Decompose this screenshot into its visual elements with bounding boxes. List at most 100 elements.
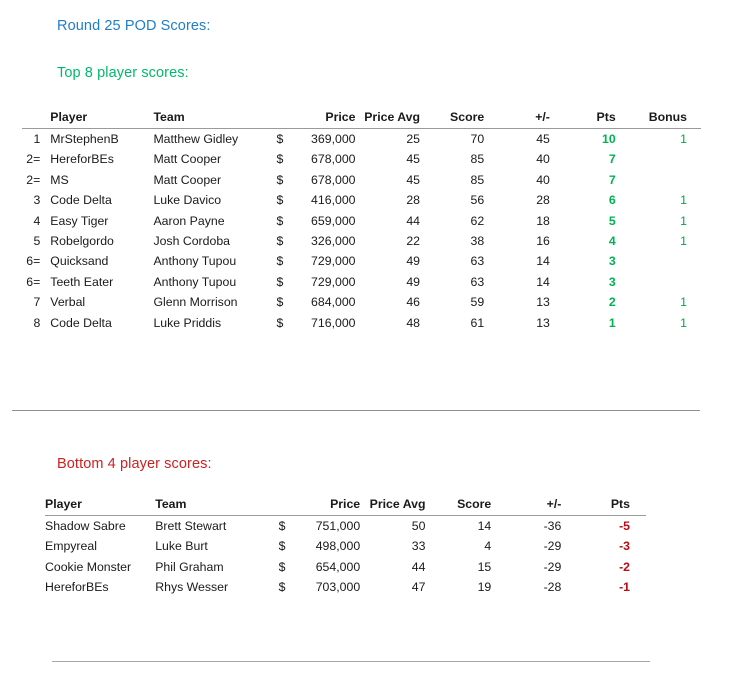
cell-bonus xyxy=(632,272,701,292)
cell-currency: $ xyxy=(278,519,286,533)
cell-team: Luke Priddis xyxy=(153,315,222,330)
column-header-score: Score xyxy=(438,497,502,516)
cell-player: MrStephenB xyxy=(50,132,119,146)
cell-price-avg: 50 xyxy=(411,519,426,533)
cell-plus-minus: -36 xyxy=(543,519,562,533)
cell-player: Quicksand xyxy=(50,254,109,269)
cell-score: 15 xyxy=(477,559,492,574)
column-header-plus-minus: +/- xyxy=(501,497,578,516)
cell-plus-minus: 40 xyxy=(536,152,550,167)
cell-plus-minus: -29 xyxy=(543,539,562,554)
cell-player: Teeth Eater xyxy=(50,274,114,289)
top-section-heading: Top 8 player scores: xyxy=(57,65,189,81)
cell-price-avg: 45 xyxy=(406,152,421,167)
cell-player: Robelgordo xyxy=(50,234,114,249)
cell-price-avg: 33 xyxy=(411,539,426,554)
bottom-table-head: Player Team Price Price Avg Score +/- Pt… xyxy=(45,497,646,516)
table-row: 6= Quicksand Anthony Tupou $729,000 49 63 14 3 xyxy=(22,251,701,271)
cell-bonus: 1 xyxy=(680,213,687,228)
table-row: 1 MrStephenB Matthew Gidley $369,000 25 70 45 1… xyxy=(22,129,701,150)
cell-pts: 10 xyxy=(602,132,616,146)
cell-score: 56 xyxy=(470,193,485,208)
cell-pts: -3 xyxy=(619,539,630,554)
cell-price: 678,000 xyxy=(311,172,356,187)
cell-team: Aaron Payne xyxy=(153,213,225,228)
cell-price-avg: 48 xyxy=(406,315,421,330)
top-table-body: 1 MrStephenB Matthew Gidley $369,000 25 70 45 1… xyxy=(22,129,701,334)
cell-team: Luke Burt xyxy=(155,539,208,554)
cell-team: Luke Davico xyxy=(153,193,222,208)
column-header-bonus: Bonus xyxy=(631,110,701,129)
column-header-plus-minus: +/- xyxy=(494,110,566,129)
cell-currency: $ xyxy=(278,539,286,554)
cell-plus-minus: 16 xyxy=(536,234,550,249)
cell-price: 703,000 xyxy=(315,580,361,595)
column-header-team: Team xyxy=(153,110,271,129)
cell-rank: 7 xyxy=(33,295,41,310)
cell-price: 678,000 xyxy=(311,152,356,167)
cell-currency: $ xyxy=(276,213,284,228)
cell-price: 729,000 xyxy=(311,274,356,289)
cell-price: 729,000 xyxy=(311,254,356,269)
top-scores-table: Player Team Price Price Avg Score +/- Pt… xyxy=(22,110,701,333)
cell-rank: 8 xyxy=(33,315,41,330)
column-header-score: Score xyxy=(433,110,495,129)
cell-pts: -2 xyxy=(619,559,630,574)
column-header-currency xyxy=(270,110,289,129)
column-header-rank xyxy=(22,110,51,129)
column-header-price: Price xyxy=(288,110,356,129)
cell-rank: 2= xyxy=(26,152,41,167)
cell-plus-minus: 28 xyxy=(536,193,550,208)
table-row: Empyreal Luke Burt $498,000 33 4 -29 -3 xyxy=(45,536,646,556)
column-header-price: Price xyxy=(291,497,361,516)
table-row: Cookie Monster Phil Graham $654,000 44 15 -29… xyxy=(45,557,646,577)
cell-score: 63 xyxy=(470,254,485,269)
cell-price-avg: 22 xyxy=(406,234,421,249)
cell-plus-minus: -29 xyxy=(543,559,562,574)
cell-rank: 5 xyxy=(33,234,41,249)
cell-rank: 4 xyxy=(33,213,41,228)
column-header-team: Team xyxy=(155,497,273,516)
cell-pts: 7 xyxy=(608,152,616,167)
cell-price-avg: 44 xyxy=(411,559,426,574)
cell-plus-minus: 18 xyxy=(536,213,550,228)
cell-bonus: 1 xyxy=(680,234,687,249)
top-table-head: Player Team Price Price Avg Score +/- Pt… xyxy=(22,110,701,129)
bottom-scores-table: Player Team Price Price Avg Score +/- Pt… xyxy=(45,497,646,598)
cell-bonus xyxy=(632,251,701,271)
cell-price-avg: 45 xyxy=(406,172,421,187)
cell-rank: 6= xyxy=(26,274,41,289)
cell-bonus: 1 xyxy=(680,315,687,330)
cell-rank: 2= xyxy=(26,172,41,187)
cell-player: Easy Tiger xyxy=(50,213,109,228)
cell-team: Matthew Gidley xyxy=(153,132,239,146)
cell-score: 14 xyxy=(477,519,492,533)
cell-score: 59 xyxy=(470,295,485,310)
cell-score: 85 xyxy=(470,152,485,167)
cell-team: Rhys Wesser xyxy=(155,580,229,595)
cell-player: MS xyxy=(50,172,69,187)
cell-player: Cookie Monster xyxy=(45,559,132,574)
cell-price-avg: 25 xyxy=(406,132,421,146)
table-row: 8 Code Delta Luke Priddis $716,000 48 61 13 1 1 xyxy=(22,313,701,333)
cell-player: HereforBEs xyxy=(50,152,114,167)
table-header-row: Player Team Price Price Avg Score +/- Pt… xyxy=(22,110,701,129)
cell-score: 70 xyxy=(470,132,485,146)
cell-price: 326,000 xyxy=(311,234,356,249)
cell-price-avg: 49 xyxy=(406,254,421,269)
table-row: 2= MS Matt Cooper $678,000 45 85 40 7 xyxy=(22,170,701,190)
cell-price: 684,000 xyxy=(311,295,356,310)
cell-plus-minus: 14 xyxy=(536,274,550,289)
cell-player: Shadow Sabre xyxy=(45,519,126,533)
cell-pts: 7 xyxy=(608,172,616,187)
cell-plus-minus: 13 xyxy=(536,315,550,330)
cell-plus-minus: -28 xyxy=(543,580,562,595)
cell-price: 416,000 xyxy=(311,193,356,208)
cell-price-avg: 44 xyxy=(406,213,421,228)
cell-rank: 6= xyxy=(26,254,41,269)
cell-pts: 5 xyxy=(608,213,616,228)
cell-currency: $ xyxy=(276,193,284,208)
cell-currency: $ xyxy=(276,132,284,146)
column-header-price-avg: Price Avg xyxy=(360,497,439,516)
table-row: 2= HereforBEs Matt Cooper $678,000 45 85 40 7 xyxy=(22,149,701,169)
